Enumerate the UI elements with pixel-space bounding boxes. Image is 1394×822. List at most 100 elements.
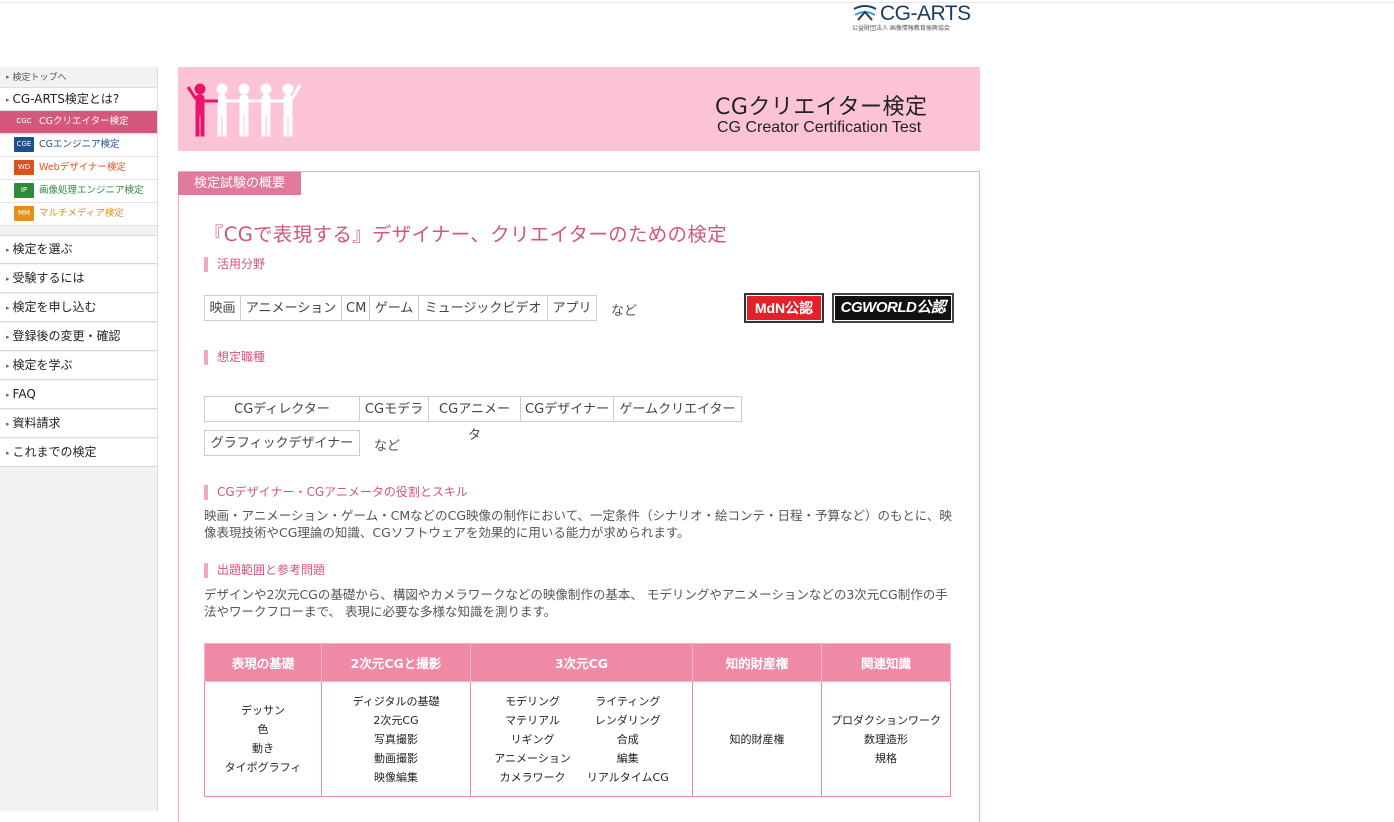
sidebar-nav-item[interactable]: ▸ FAQ [0,381,157,409]
jobs-list-row1: CGディレクター CGモデラ CGアニメータ CGデザイナー ゲームクリエイター [204,396,742,443]
scope-item: 合成 [616,732,639,746]
cert-badge-icon: WD [14,160,34,175]
fields-etc: など [611,304,638,319]
sidebar-nav-item[interactable]: ▸ 資料請求 [0,410,157,438]
sidebar-nav-item[interactable]: ▸ これまでの検定 [0,439,157,467]
sidebar-nav-label: 受験するには [12,271,85,285]
sidebar-nav: ▸ 検定を選ぶ ▸ 受験するには ▸ 検定を申し込む ▸ 登録後の変更・確認 ▸ 検定を学ぶ ▸ FA… [0,236,157,467]
scope-header: 関連知識 [821,643,951,682]
scope-item: 色 [257,723,269,736]
scope-item: タイポグラフィ [224,761,302,774]
sidebar-nav-item[interactable]: ▸ 検定を選ぶ [0,236,157,264]
sidebar-nav-item[interactable]: ▸ 受験するには [0,265,157,293]
arrow-right-icon: ▸ [6,449,10,457]
tag-chip: CGアニメータ [428,396,521,443]
sidebar-cert-label: CGエンジニア検定 [39,139,120,150]
sidebar-cert-label: マルチメディア検定 [39,208,124,219]
logo-subtitle: 公益財団法人 画像情報教育振興協会 [852,25,950,32]
roles-text: 映画・アニメーション・ゲーム・CMなどのCG映像の制作において、一定条件（シナリ… [204,508,952,540]
scope-item: リギング [510,732,555,746]
scope-item: アニメーション [494,751,571,765]
scope-item: モデリング [505,694,561,708]
jobs-etc: など [374,439,401,454]
sidebar-nav-item[interactable]: ▸ 検定を学ぶ [0,352,157,380]
scope-cell-2d: ディジタルの基礎 2次元CG 写真撮影 動画撮影 映像編集 [321,681,471,797]
scope-header: 3次元CG [470,643,693,682]
scope-header: 表現の基礎 [204,643,322,682]
sidebar-nav-label: 登録後の変更・確認 [12,329,121,343]
logo-mark-icon [853,5,877,21]
scope-item: 動画撮影 [374,751,418,765]
scope-table: 表現の基礎 2次元CGと撮影 3次元CG 知的財産権 関連知識 デッサン色動きタ… [204,643,951,797]
section-tab: 検定試験の概要 [178,172,301,195]
page-headline: 『CGで表現する』デザイナー、クリエイターのための検定 [204,223,727,246]
cert-badge-icon: IP [14,183,34,198]
tag-chip: CGデザイナー [520,396,614,422]
sidebar-heading-about[interactable]: ▸ CG-ARTS検定とは? [0,88,157,111]
arrow-right-icon: ▸ [6,420,10,428]
sidebar-gap [0,226,157,236]
scope-cell-related: プロダクションワーク 数理造形 規格 [821,681,951,797]
banner-title-en: CG Creator Certification Test [717,119,922,136]
sidebar-cert-item[interactable]: IP 画像処理エンジニア検定 [0,180,157,203]
tag-chip: グラフィックデザイナー [204,430,360,456]
sidebar: ▸ 検定トップへ ▸ CG-ARTS検定とは? CGC CGクリエイター検定 CGE CG… [0,67,158,811]
jobs-list-row2: グラフィックデザイナー [204,430,360,456]
roles-heading: CGデザイナー・CGアニメータの役割とスキル [204,485,468,500]
scope-item: リアルタイムCG [586,770,669,784]
scope-item: ディジタルの基礎 [352,694,440,708]
arrow-right-icon: ▸ [6,391,10,399]
scope-item: デッサン [241,704,285,717]
cert-badge-icon: CGE [14,137,34,152]
scope-item: 数理造形 [864,732,908,746]
sidebar-cert-label: CGクリエイター検定 [39,116,129,127]
tag-chip: アプリ [547,295,597,321]
tag-chip: ゲームクリエイター [613,396,742,422]
scope-item: プロダクションワーク [831,713,941,727]
sidebar-cert-item[interactable]: CGC CGクリエイター検定 [0,111,157,134]
sidebar-nav-label: 検定を学ぶ [12,358,73,372]
top-divider [0,2,1394,3]
sidebar-nav-label: 検定を申し込む [12,300,97,314]
scope-body-row: デッサン色動きタイポグラフィ ディジタルの基礎 2次元CG 写真撮影 動画撮影 映像編集… [204,681,951,797]
scope-item: ライティング [595,694,661,708]
cgworld-badge: CGWORLD公認 [832,293,954,323]
scope-heading: 出題範囲と参考問題 [204,563,325,578]
cert-badge-icon: MM [14,206,34,221]
tag-chip: CGモデラ [359,396,429,422]
scope-header-row: 表現の基礎 2次元CGと撮影 3次元CG 知的財産権 関連知識 [204,643,951,682]
sidebar-nav-label: FAQ [12,387,36,401]
arrow-right-icon: ▸ [6,362,10,370]
tag-chip: 映画 [204,295,241,321]
arrow-right-icon: ▸ [6,333,10,341]
scope-item: レンダリング [594,713,661,727]
sidebar-cert-item[interactable]: CGE CGエンジニア検定 [0,134,157,157]
sidebar-nav-item[interactable]: ▸ 検定を申し込む [0,294,157,322]
sidebar-cert-label: 画像処理エンジニア検定 [39,185,144,196]
sidebar-cert-item[interactable]: MM マルチメディア検定 [0,203,157,226]
tag-chip: ミュージックビデオ [418,295,548,321]
cg-arts-logo[interactable]: CG-ARTS 公益財団法人 画像情報教育振興協会 [852,2,972,33]
sidebar-top-link[interactable]: ▸ 検定トップへ [0,67,157,88]
sidebar-cert-item[interactable]: WD Webデザイナー検定 [0,157,157,180]
tag-chip: ゲーム [369,295,419,321]
arrow-right-icon: ▸ [6,96,10,104]
page-banner: CGクリエイター検定 CG Creator Certification Test [178,67,980,151]
jobs-heading: 想定職種 [204,350,265,365]
arrow-right-icon: ▸ [6,73,10,81]
tag-chip: CM [341,295,370,321]
banner-title-jp: CGクリエイター検定 [715,95,928,120]
tag-chip: CGディレクター [204,396,360,422]
scope-item: 動き [252,742,274,755]
sidebar-nav-item[interactable]: ▸ 登録後の変更・確認 [0,323,157,351]
scope-text: デザインや2次元CGの基礎から、構図やカメラワークなどの映像制作の基本、 モデリ… [204,587,948,619]
sidebar-nav-label: これまでの検定 [12,445,97,459]
arrow-right-icon: ▸ [6,246,10,254]
fields-heading: 活用分野 [204,257,265,272]
scope-item: 編集 [616,751,639,765]
mdn-badge: MdN公認 [744,293,824,323]
fields-list: 映画 アニメーション CM ゲーム ミュージックビデオ アプリ [204,295,597,321]
arrow-right-icon: ▸ [6,275,10,283]
scope-cell-ip: 知的財産権 [692,681,822,797]
scope-item: カメラワーク [499,770,566,784]
